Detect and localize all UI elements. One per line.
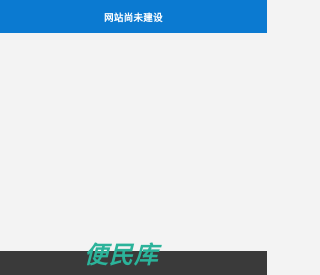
logo-text: 便民库 bbox=[84, 241, 159, 269]
page-title: 网站尚未建设 bbox=[104, 12, 163, 24]
header-bar: 网站尚未建设 bbox=[0, 0, 267, 33]
page: 网站尚未建设 便民库 bbox=[0, 0, 267, 275]
main-content-area bbox=[0, 33, 267, 251]
site-logo: 便民库 bbox=[84, 240, 159, 270]
